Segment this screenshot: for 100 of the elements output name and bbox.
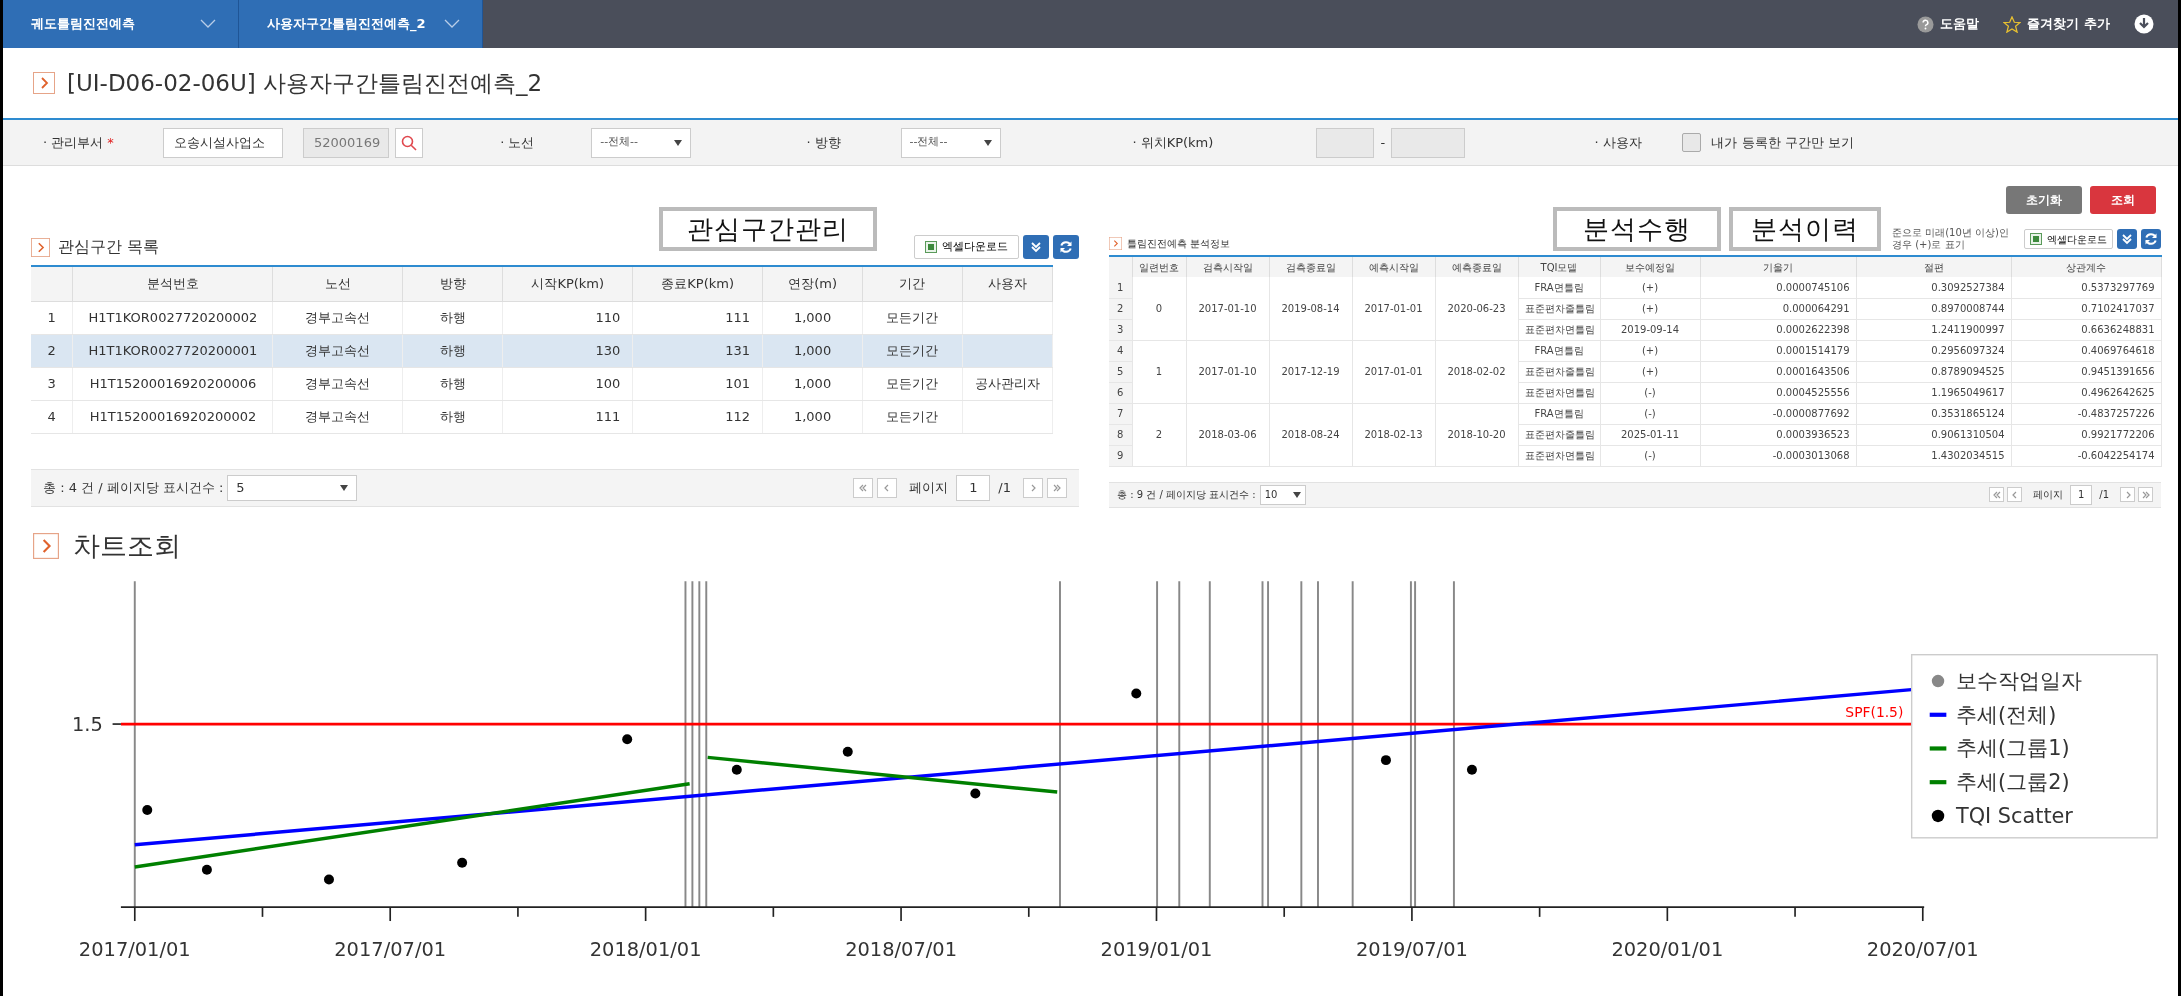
- search-icon: [401, 134, 417, 151]
- table-cell: 0.4069764618: [2011, 340, 2161, 361]
- excel-download-button[interactable]: 엑셀다운로드: [2024, 229, 2113, 249]
- table-cell: (+): [1600, 277, 1700, 298]
- column-header: 절편: [1856, 256, 2011, 277]
- refresh-button[interactable]: [1053, 235, 1079, 259]
- axis-tick-label: 2018/07/01: [845, 937, 957, 961]
- page-size-select[interactable]: 10: [1259, 484, 1306, 505]
- double-chevron-icon: [1052, 482, 1062, 493]
- table-cell: 2018-02-02: [1435, 340, 1518, 403]
- table-cell: 2017-12-19: [1269, 340, 1352, 403]
- table-cell: 100: [502, 367, 633, 400]
- table-row[interactable]: 1 H1T1KOR0027720200002 경부고속선 하행 110 111 1,000 모든기간: [31, 301, 1053, 334]
- chevron-right-icon: [33, 72, 55, 94]
- table-cell: 2017-01-10: [1186, 340, 1269, 403]
- reset-button[interactable]: 초기화: [2006, 186, 2082, 214]
- first-page-button[interactable]: [1989, 487, 2005, 502]
- table-cell: 1,000: [762, 400, 863, 433]
- column-header: 종료KP(km): [632, 266, 763, 301]
- expand-button[interactable]: [2117, 229, 2137, 249]
- help-link[interactable]: 도움말: [1917, 14, 1980, 34]
- row-number: 1: [1109, 277, 1132, 298]
- table-cell: 0.3092527384: [1856, 277, 2011, 298]
- search-button[interactable]: 조회: [2090, 186, 2156, 214]
- page-number-field[interactable]: 1: [2070, 484, 2093, 505]
- table-row[interactable]: 2 H1T1KOR0027720200001 경부고속선 하행 130 131 1,000 모든기간: [31, 334, 1053, 367]
- previous-page-button[interactable]: [877, 477, 898, 498]
- table-cell: -0.0000877692: [1700, 403, 1856, 424]
- menu-tab[interactable]: 궤도틀림진전예측: [3, 0, 239, 48]
- page-size-label: 총 : 9 건 / 페이지당 표시건수 :: [1117, 488, 1256, 502]
- table-cell: 110: [502, 301, 633, 334]
- legend-label: 보수작업일자: [1956, 669, 2083, 693]
- table-cell: 0.8789094525: [1856, 361, 2011, 382]
- table-cell: 0.9451391656: [2011, 361, 2161, 382]
- y-axis-tick: [111, 723, 122, 725]
- table-cell: FRA면틀림: [1518, 277, 1600, 298]
- caret-down-icon: [340, 484, 349, 491]
- page-number-field[interactable]: 1: [956, 474, 991, 501]
- annotation-label: 분석이력: [1729, 207, 1881, 251]
- annotation-label: 관심구간관리: [659, 207, 877, 251]
- direction-select[interactable]: --전체--: [900, 127, 1001, 158]
- table-cell: 2017-01-01: [1352, 277, 1435, 340]
- last-page-button[interactable]: [1047, 477, 1067, 498]
- axis-tick-label: 2017/07/01: [334, 937, 447, 961]
- next-page-button[interactable]: [1023, 477, 1043, 498]
- last-page-button[interactable]: [2138, 487, 2153, 502]
- table-row[interactable]: 4 H1T15200016920200002 경부고속선 하행 111 112 1,000 모든기간: [31, 400, 1053, 433]
- table-cell: 하행: [402, 367, 503, 400]
- row-number: 4: [1109, 340, 1132, 361]
- refresh-icon: [1059, 240, 1073, 254]
- excel-download-button[interactable]: 엑셀다운로드: [914, 235, 1019, 259]
- kp-start-field[interactable]: [1316, 127, 1375, 158]
- table-cell: 0.7102417037: [2011, 298, 2161, 319]
- expand-button[interactable]: [1023, 235, 1049, 259]
- row-number: 4: [31, 400, 73, 433]
- column-header: 분석번호: [73, 266, 273, 301]
- axis-tick-label: 2017/01/01: [78, 937, 191, 961]
- search-button[interactable]: [395, 127, 423, 158]
- first-page-button[interactable]: [853, 477, 874, 498]
- table-cell: 모든기간: [862, 301, 963, 334]
- threshold-label: SPF(1.5): [1845, 704, 1904, 721]
- spreadsheet-icon: [2030, 233, 2042, 245]
- previous-page-button[interactable]: [2007, 487, 2023, 502]
- page-size-select[interactable]: 5: [227, 474, 358, 501]
- field-label: · 방향: [806, 133, 842, 152]
- table-cell: -0.0003013068: [1700, 445, 1856, 466]
- double-chevron-icon: [2140, 489, 2151, 500]
- field-label: · 위치KP(km): [1132, 133, 1215, 152]
- row-number: 8: [1109, 424, 1132, 445]
- legend-label: 추세(그룹2): [1956, 770, 2070, 795]
- field-label: · 노선: [500, 133, 536, 152]
- table-cell: FRA면틀림: [1518, 403, 1600, 424]
- table-cell: 0.9061310504: [1856, 424, 2011, 445]
- table-cell: 0.8970008744: [1856, 298, 2011, 319]
- download-icon[interactable]: [2134, 14, 2154, 34]
- axis-tick-label: 2020/01/01: [1611, 937, 1724, 961]
- column-header: 연장(m): [762, 266, 863, 301]
- table-cell: 111: [502, 400, 633, 433]
- legend-label: TQI Scatter: [1956, 803, 2073, 828]
- field-label: · 사용자: [1594, 133, 1643, 152]
- favorite-link[interactable]: 즐겨찾기 추가: [2003, 14, 2110, 34]
- table-cell: 2018-10-20: [1435, 403, 1518, 466]
- row-number: 2: [1109, 298, 1132, 319]
- table-cell: 1.4302034515: [1856, 445, 2011, 466]
- required-mark: *: [107, 133, 114, 152]
- table-row[interactable]: 3 H1T15200016920200006 경부고속선 하행 100 101 1,000 모든기간 공사관리자: [31, 367, 1053, 400]
- kp-end-field[interactable]: [1391, 127, 1466, 158]
- menu-tab[interactable]: 사용자구간틀림진전예측_2: [239, 0, 483, 48]
- line-select[interactable]: --전체--: [591, 127, 692, 158]
- table-cell: 모든기간: [862, 334, 963, 367]
- chevron-right-icon: [1109, 237, 1122, 250]
- checkbox[interactable]: [1682, 133, 1702, 152]
- caret-down-icon: [1292, 491, 1301, 498]
- table-cell: 표준편차줄틀림: [1518, 298, 1600, 319]
- department-field[interactable]: 오송시설사업소: [163, 127, 283, 158]
- table-cell: FRA면틀림: [1518, 340, 1600, 361]
- section-title: 차트조회: [73, 528, 181, 563]
- refresh-button[interactable]: [2141, 229, 2161, 249]
- table-cell: 0.6636248831: [2011, 319, 2161, 340]
- next-page-button[interactable]: [2120, 487, 2135, 502]
